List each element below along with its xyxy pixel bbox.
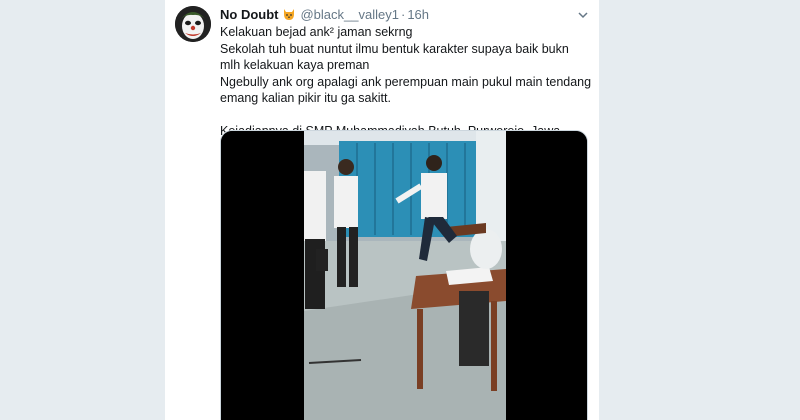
video-frame	[221, 131, 587, 420]
tweet-time[interactable]: 16h	[407, 7, 429, 22]
tweet-video[interactable]	[220, 130, 588, 420]
tweet-line: Sekolah tuh buat nuntut ilmu bentuk kara…	[220, 41, 569, 73]
author-handle[interactable]: @black__valley1	[300, 7, 398, 22]
timeline-column: No Doubt @black__valley1 · 16h Kelakuan bej…	[164, 0, 600, 420]
author-name[interactable]: No Doubt	[220, 7, 278, 22]
avatar[interactable]	[175, 6, 211, 42]
tweet-header: No Doubt @black__valley1 · 16h	[220, 6, 590, 24]
chevron-down-icon[interactable]	[577, 8, 589, 20]
tweet-line: Kelakuan bejad ank² jaman sekrng	[220, 25, 413, 39]
header-separator: ·	[400, 7, 406, 22]
tweet[interactable]: No Doubt @black__valley1 · 16h Kelakuan bej…	[165, 0, 599, 420]
dog-emoji-icon	[282, 8, 296, 21]
tweet-line: Ngebully ank org apalagi ank perempuan m…	[220, 74, 592, 106]
